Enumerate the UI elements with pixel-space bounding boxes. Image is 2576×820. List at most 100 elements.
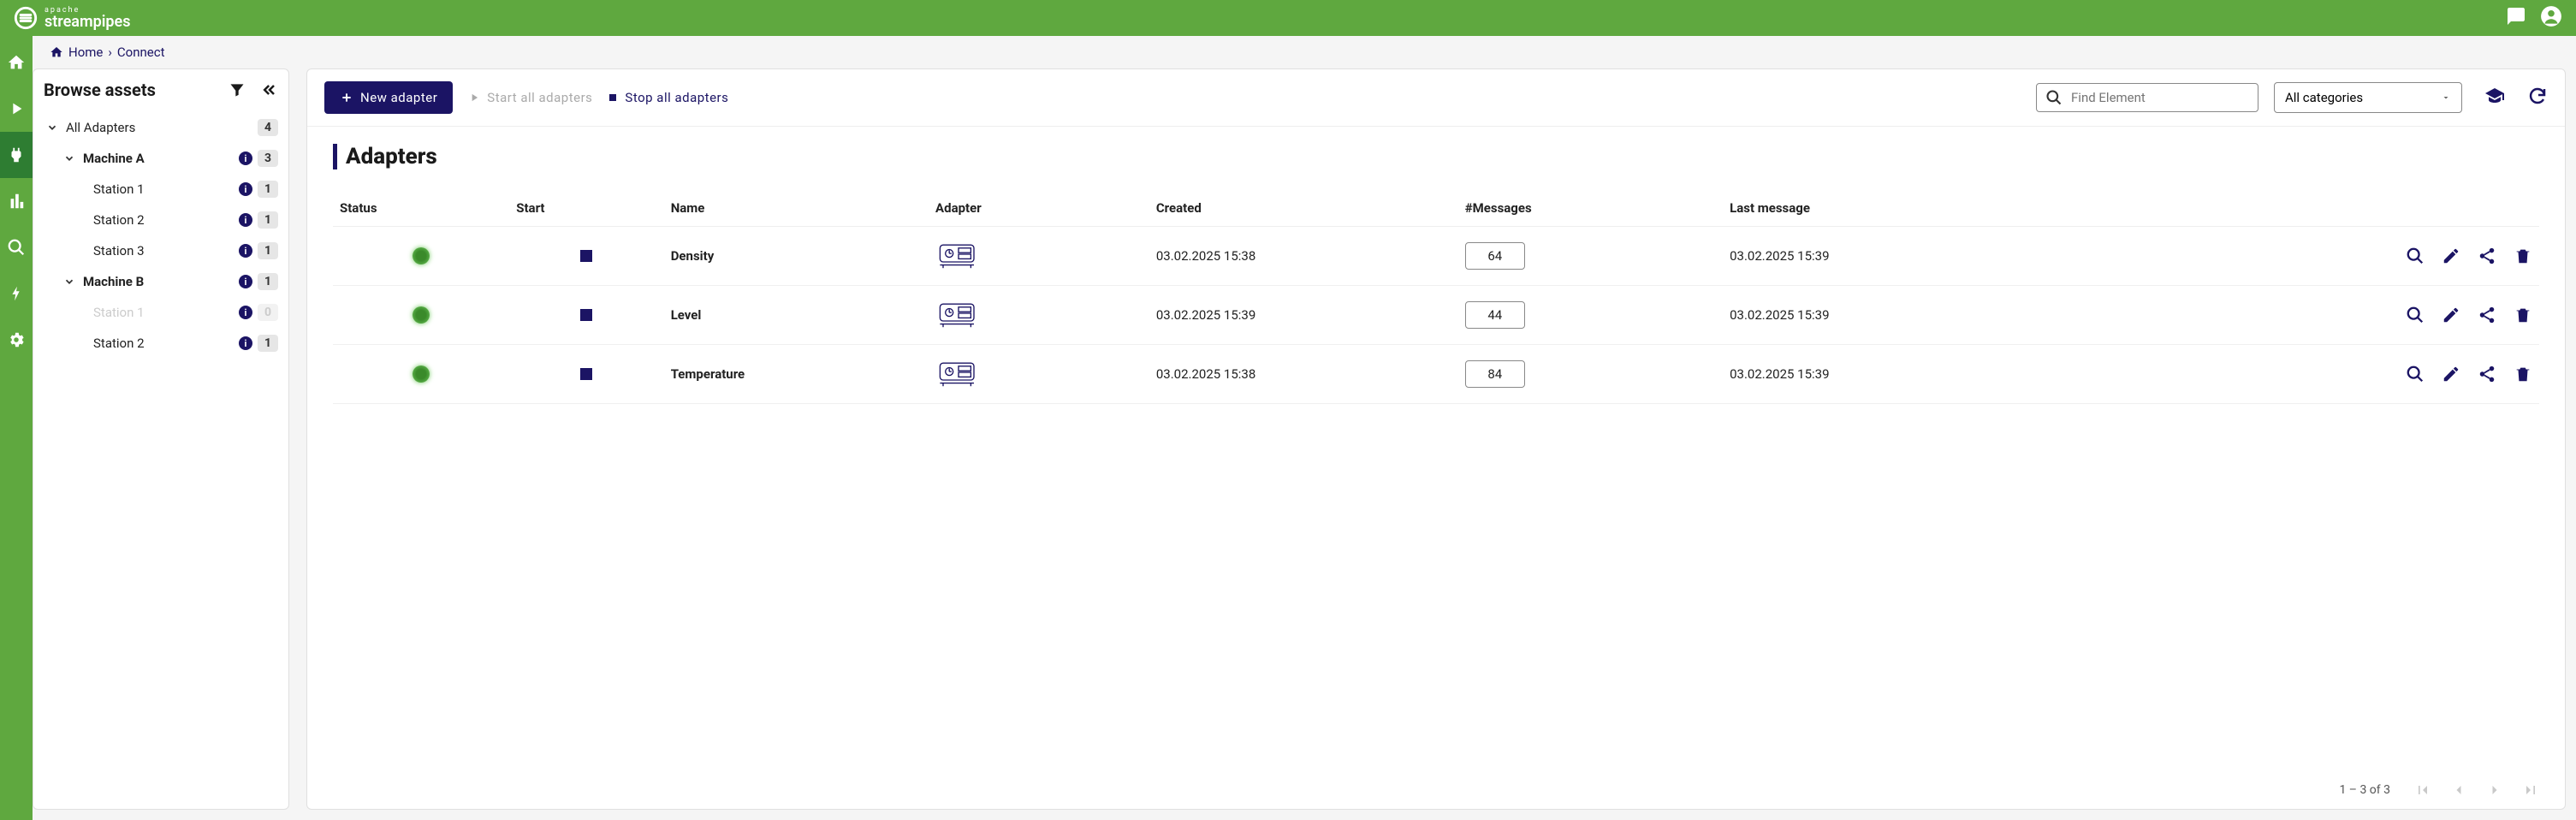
paginator-range: 1 – 3 of 3 — [2339, 783, 2390, 797]
info-icon[interactable]: i — [239, 152, 252, 165]
tree-station[interactable]: Station 2 i1 — [93, 205, 278, 235]
left-nav — [0, 36, 33, 820]
search-input-wrapper[interactable] — [2036, 83, 2258, 112]
tree-station[interactable]: Station 3 i1 — [93, 235, 278, 266]
info-icon[interactable]: i — [239, 275, 252, 288]
th-start: Start — [509, 190, 663, 227]
tutorial-icon[interactable] — [2484, 86, 2505, 110]
tree-all-adapters[interactable]: All Adapters 4 — [44, 112, 278, 143]
toolbar: New adapter Start all adapters Stop all … — [307, 69, 2565, 127]
adapter-created: 03.02.2025 15:39 — [1149, 286, 1458, 345]
nav-home[interactable] — [0, 39, 33, 86]
count-badge: 4 — [258, 119, 278, 136]
nav-pipelines[interactable] — [0, 86, 33, 132]
stop-icon — [608, 92, 618, 103]
first-page-icon — [2414, 781, 2431, 799]
adapter-type-icon — [935, 357, 982, 388]
messages-icon[interactable] — [2506, 6, 2526, 30]
stop-adapter-button[interactable] — [580, 250, 592, 262]
tree-station[interactable]: Station 1 i1 — [93, 174, 278, 205]
nav-connect[interactable] — [0, 132, 33, 178]
info-icon[interactable]: i — [239, 182, 252, 196]
view-icon[interactable] — [2406, 247, 2425, 265]
adapter-created: 03.02.2025 15:38 — [1149, 345, 1458, 404]
adapter-last-message: 03.02.2025 15:39 — [1723, 345, 2075, 404]
logo-icon — [14, 6, 38, 30]
adapter-name: Level — [664, 286, 929, 345]
nav-dashboard[interactable] — [0, 178, 33, 224]
play-icon — [468, 92, 480, 104]
tree-machine[interactable]: Machine B i1 — [61, 266, 278, 297]
category-select[interactable]: All categories — [2274, 82, 2462, 113]
info-icon[interactable]: i — [239, 244, 252, 258]
count-badge: 1 — [258, 211, 278, 229]
count-badge: 1 — [258, 335, 278, 352]
chevron-down-icon — [46, 122, 58, 134]
adapter-type-icon — [935, 239, 982, 270]
breadcrumb: Home › Connect — [33, 36, 2576, 68]
count-badge: 1 — [258, 273, 278, 290]
th-last: Last message — [1723, 190, 2075, 227]
adapters-panel: New adapter Start all adapters Stop all … — [306, 68, 2566, 810]
adapter-name: Density — [664, 227, 929, 286]
view-icon[interactable] — [2406, 365, 2425, 383]
table-row: Temperature 03.02.2025 15:38 84 03.02.20… — [333, 345, 2539, 404]
delete-icon[interactable] — [2514, 306, 2532, 324]
logo[interactable]: apache streampipes — [14, 6, 130, 30]
stop-adapter-button[interactable] — [580, 368, 592, 380]
nav-config[interactable] — [0, 317, 33, 363]
count-badge: 1 — [258, 242, 278, 259]
stop-adapter-button[interactable] — [580, 309, 592, 321]
info-icon[interactable]: i — [239, 306, 252, 319]
info-icon[interactable]: i — [239, 336, 252, 350]
paginator: 1 – 3 of 3 — [307, 771, 2565, 809]
adapters-table: Status Start Name Adapter Created #Messa… — [333, 190, 2539, 404]
refresh-icon[interactable] — [2527, 86, 2548, 110]
breadcrumb-separator: › — [108, 45, 112, 60]
delete-icon[interactable] — [2514, 365, 2532, 383]
stop-all-button[interactable]: Stop all adapters — [608, 90, 728, 105]
status-indicator — [413, 247, 430, 264]
delete-icon[interactable] — [2514, 247, 2532, 265]
count-badge: 3 — [258, 150, 278, 167]
share-icon[interactable] — [2478, 247, 2496, 265]
adapter-last-message: 03.02.2025 15:39 — [1723, 227, 2075, 286]
th-adapter: Adapter — [929, 190, 1149, 227]
dropdown-icon — [2441, 92, 2451, 103]
plus-icon — [340, 91, 353, 104]
table-row: Level 03.02.2025 15:39 44 03.02.2025 15:… — [333, 286, 2539, 345]
status-indicator — [413, 306, 430, 324]
prev-page-icon — [2450, 781, 2467, 799]
search-input[interactable] — [2071, 90, 2249, 105]
nav-assets[interactable] — [0, 270, 33, 317]
share-icon[interactable] — [2478, 365, 2496, 383]
chevron-down-icon — [63, 152, 75, 164]
chevron-down-icon — [63, 276, 75, 288]
view-icon[interactable] — [2406, 306, 2425, 324]
tree-machine[interactable]: Machine A i3 — [61, 143, 278, 174]
account-icon[interactable] — [2540, 5, 2562, 31]
info-icon[interactable]: i — [239, 213, 252, 227]
edit-icon[interactable] — [2442, 247, 2460, 265]
tree-station: Station 1 i0 — [93, 297, 278, 328]
tree-station[interactable]: Station 2 i1 — [93, 328, 278, 359]
edit-icon[interactable] — [2442, 306, 2460, 324]
collapse-icon[interactable] — [261, 81, 278, 98]
message-count: 64 — [1465, 242, 1525, 270]
share-icon[interactable] — [2478, 306, 2496, 324]
browse-assets-panel: Browse assets All Adapters 4 Machine A i… — [33, 68, 289, 810]
breadcrumb-home[interactable]: Home — [68, 45, 103, 60]
th-messages: #Messages — [1458, 190, 1723, 227]
nav-search[interactable] — [0, 224, 33, 270]
th-name: Name — [664, 190, 929, 227]
logo-title: streampipes — [45, 15, 130, 30]
new-adapter-button[interactable]: New adapter — [324, 81, 453, 114]
message-count: 84 — [1465, 360, 1525, 388]
filter-icon[interactable] — [229, 81, 246, 98]
search-icon — [2045, 89, 2063, 106]
table-row: Density 03.02.2025 15:38 64 03.02.2025 1… — [333, 227, 2539, 286]
th-status: Status — [333, 190, 509, 227]
edit-icon[interactable] — [2442, 365, 2460, 383]
status-indicator — [413, 365, 430, 383]
breadcrumb-current[interactable]: Connect — [117, 45, 165, 60]
